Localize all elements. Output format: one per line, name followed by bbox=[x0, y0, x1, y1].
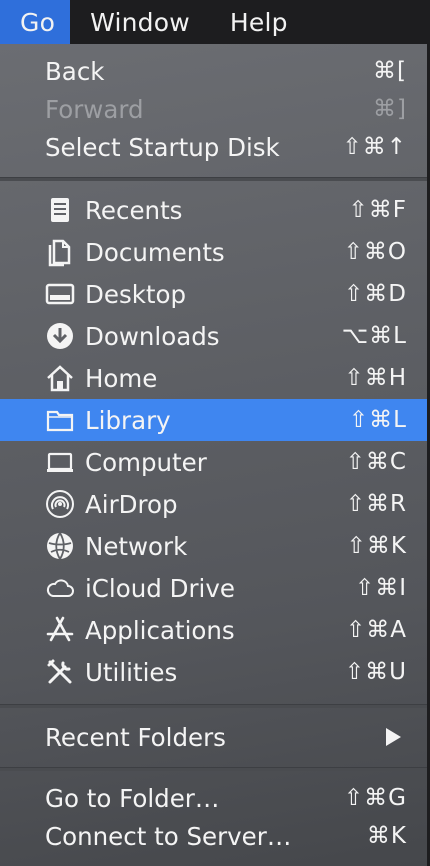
menu-item-shortcut: ⇧⌘O bbox=[343, 239, 407, 265]
menu-item-shortcut: ⌘[ bbox=[373, 58, 407, 84]
menu-item-home[interactable]: Home ⇧⌘H bbox=[0, 357, 427, 399]
menu-item-icloud-drive[interactable]: iCloud Drive ⇧⌘I bbox=[0, 567, 427, 609]
menu-item-label: Go to Folder… bbox=[45, 783, 220, 813]
menu-item-label: Documents bbox=[85, 237, 225, 267]
go-menu: Back ⌘[ Forward ⌘] Select Startup Disk ⇧… bbox=[0, 44, 430, 866]
desktop-icon bbox=[44, 278, 76, 310]
menu-item-shortcut: ⇧⌘G bbox=[343, 785, 407, 811]
menu-item-recent-folders[interactable]: Recent Folders bbox=[0, 716, 427, 758]
menu-item-recents[interactable]: Recents ⇧⌘F bbox=[0, 189, 427, 231]
menu-item-forward: Forward ⌘] bbox=[0, 88, 427, 130]
downloads-icon bbox=[44, 320, 76, 352]
menu-item-library[interactable]: Library ⇧⌘L bbox=[0, 399, 427, 441]
menu-item-label: Desktop bbox=[85, 279, 187, 309]
menu-item-label: Home bbox=[85, 363, 158, 393]
menu-item-label: Back bbox=[45, 56, 105, 86]
menubar-help[interactable]: Help bbox=[210, 0, 308, 44]
menu-item-shortcut: ⇧⌘L bbox=[348, 407, 407, 433]
menu-item-label: Forward bbox=[45, 94, 144, 124]
utilities-icon bbox=[44, 656, 76, 688]
menu-item-computer[interactable]: Computer ⇧⌘C bbox=[0, 441, 427, 483]
menu-item-applications[interactable]: Applications ⇧⌘A bbox=[0, 609, 427, 651]
menu-item-shortcut: ⇧⌘A bbox=[345, 617, 407, 643]
menu-item-label: Library bbox=[85, 405, 171, 435]
menu-item-shortcut: ⇧⌘↑ bbox=[342, 134, 407, 160]
menubar-go[interactable]: Go bbox=[0, 0, 71, 44]
documents-icon bbox=[44, 236, 76, 268]
menubar-window[interactable]: Window bbox=[70, 0, 210, 44]
menu-item-desktop[interactable]: Desktop ⇧⌘D bbox=[0, 273, 427, 315]
menu-item-label: Applications bbox=[85, 615, 235, 645]
menu-item-shortcut: ⇧⌘I bbox=[354, 575, 407, 601]
menu-item-label: Recents bbox=[85, 195, 183, 225]
recents-icon bbox=[44, 194, 76, 226]
menu-item-shortcut: ⇧⌘R bbox=[345, 491, 407, 517]
menu-item-utilities[interactable]: Utilities ⇧⌘U bbox=[0, 651, 427, 693]
menu-item-go-to-folder[interactable]: Go to Folder… ⇧⌘G bbox=[0, 777, 427, 819]
menu-item-select-startup-disk[interactable]: Select Startup Disk ⇧⌘↑ bbox=[0, 126, 427, 168]
network-icon bbox=[44, 530, 76, 562]
menu-item-shortcut: ⌘] bbox=[373, 96, 407, 122]
menu-item-label: iCloud Drive bbox=[85, 573, 235, 603]
menu-item-label: Select Startup Disk bbox=[45, 132, 280, 162]
menu-separator bbox=[0, 704, 427, 708]
menu-item-network[interactable]: Network ⇧⌘K bbox=[0, 525, 427, 567]
menu-item-label: Recent Folders bbox=[45, 722, 226, 752]
menu-bar: Go Window Help bbox=[0, 0, 430, 44]
menu-item-shortcut: ⇧⌘K bbox=[346, 533, 407, 559]
applications-icon bbox=[44, 614, 76, 646]
home-icon bbox=[44, 362, 76, 394]
airdrop-icon bbox=[44, 488, 76, 520]
menu-item-label: AirDrop bbox=[85, 489, 178, 519]
menu-item-shortcut: ⇧⌘U bbox=[344, 659, 407, 685]
menu-separator bbox=[0, 177, 427, 181]
submenu-arrow-icon bbox=[386, 728, 401, 746]
menu-item-shortcut: ⌘K bbox=[366, 823, 407, 849]
menu-item-connect-to-server[interactable]: Connect to Server… ⌘K bbox=[0, 815, 427, 857]
menu-separator bbox=[0, 767, 427, 771]
menu-item-downloads[interactable]: Downloads ⌥⌘L bbox=[0, 315, 427, 357]
menu-item-shortcut: ⇧⌘D bbox=[344, 281, 407, 307]
menu-item-label: Computer bbox=[85, 447, 207, 477]
menu-item-airdrop[interactable]: AirDrop ⇧⌘R bbox=[0, 483, 427, 525]
menu-item-shortcut: ⇧⌘C bbox=[345, 449, 407, 475]
menu-item-label: Utilities bbox=[85, 657, 178, 687]
menu-item-label: Network bbox=[85, 531, 188, 561]
menu-item-label: Connect to Server… bbox=[45, 821, 292, 851]
menu-item-shortcut: ⌥⌘L bbox=[341, 323, 407, 349]
menu-item-documents[interactable]: Documents ⇧⌘O bbox=[0, 231, 427, 273]
menu-item-back[interactable]: Back ⌘[ bbox=[0, 50, 427, 92]
menu-item-shortcut: ⇧⌘F bbox=[348, 197, 407, 223]
folder-icon bbox=[44, 404, 76, 436]
cloud-icon bbox=[44, 572, 76, 604]
computer-icon bbox=[44, 446, 76, 478]
menu-item-shortcut: ⇧⌘H bbox=[344, 365, 407, 391]
menu-item-label: Downloads bbox=[85, 321, 220, 351]
